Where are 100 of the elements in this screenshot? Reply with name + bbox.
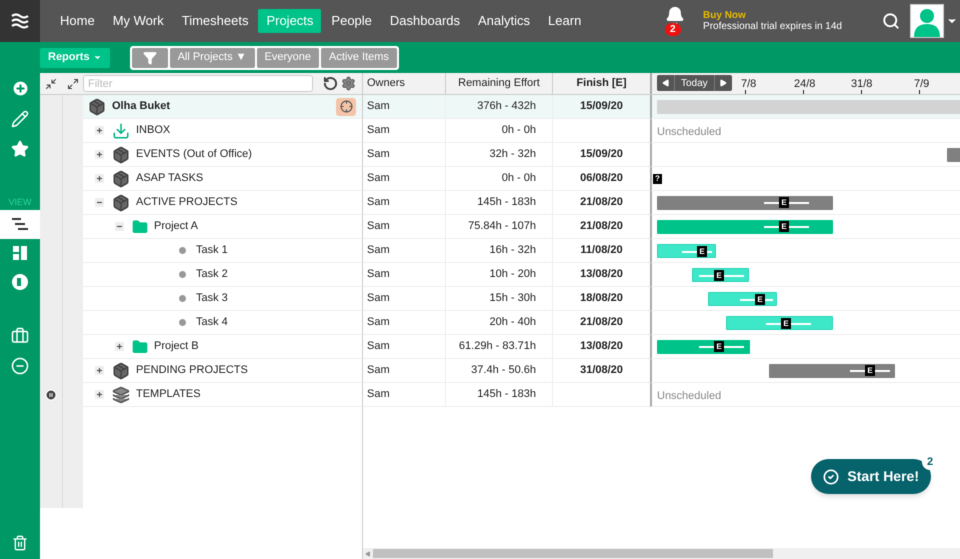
collapse-all-icon[interactable]	[45, 78, 57, 90]
gantt-bar[interactable]: E	[657, 220, 833, 234]
undo-icon[interactable]	[323, 76, 338, 91]
row-name[interactable]: ASAP TASKS	[136, 170, 204, 187]
pause-icon[interactable]	[45, 389, 57, 401]
box-icon	[112, 146, 130, 164]
table-cell: 0h - 0h	[445, 119, 552, 143]
nav-tab[interactable]: Home	[52, 9, 103, 33]
timeline-date: 7/9	[914, 77, 930, 92]
left-arrow-icon	[662, 79, 670, 87]
add-filter-button[interactable]	[132, 48, 168, 68]
table-cell: 32h - 32h	[445, 143, 552, 167]
caret-icon	[92, 53, 102, 62]
row-name[interactable]: Task 2	[196, 266, 228, 283]
trial-message: Professional trial expires in 14d	[703, 21, 842, 32]
logo-icon	[11, 13, 29, 29]
table-cell: 21/08/20	[552, 311, 650, 335]
nav-tab[interactable]: My Work	[104, 9, 172, 33]
notifications-button[interactable]: 2	[663, 6, 688, 36]
unknown-date-marker: ?	[653, 174, 662, 184]
check-circle-icon	[823, 468, 840, 484]
table-cell: 13/08/20	[552, 335, 650, 359]
table-cell: 61.29h - 83.71h	[445, 335, 552, 359]
column-header[interactable]: Owners	[362, 73, 445, 94]
table-cell: 13/08/20	[552, 263, 650, 287]
expand-toggle[interactable]	[95, 174, 104, 183]
table-cell: 11/08/20	[552, 239, 650, 263]
box-icon	[112, 194, 130, 212]
expand-toggle[interactable]	[95, 150, 104, 159]
nav-tab[interactable]: Learn	[540, 9, 590, 33]
filter-field[interactable]: Filter	[83, 75, 313, 92]
row-name[interactable]: TEMPLATES	[136, 386, 201, 403]
table-cell: Sam	[362, 191, 445, 215]
gantt-bar[interactable]: E	[657, 244, 716, 258]
row-name[interactable]: Task 4	[196, 314, 228, 331]
expand-toggle[interactable]	[115, 342, 124, 351]
column-header[interactable]: Finish [E]	[552, 73, 650, 94]
table-cell: 18/08/20	[552, 287, 650, 311]
search-icon[interactable]	[882, 12, 900, 30]
table-cell: 10h - 20h	[445, 263, 552, 287]
table-cell: 0h - 0h	[445, 167, 552, 191]
expand-all-icon[interactable]	[66, 78, 78, 90]
minus-circle-icon[interactable]	[11, 356, 29, 374]
table-cell: 21/08/20	[552, 215, 650, 239]
gantt-bar[interactable]: E	[726, 316, 833, 330]
unscheduled-label: Unscheduled	[657, 125, 722, 140]
buy-now-link[interactable]: Buy Now	[703, 10, 842, 21]
plus-icon	[96, 151, 103, 158]
nav-tab[interactable]: Timesheets	[174, 9, 256, 33]
table-cell: 15/09/20	[552, 95, 650, 119]
table-cell: Sam	[362, 359, 445, 383]
gantt-bar[interactable]: E	[769, 364, 895, 378]
gantt-bar[interactable]: E	[708, 292, 777, 306]
row-name[interactable]: Olha Buket	[112, 98, 170, 115]
nav-tab[interactable]: Dashboards	[382, 9, 468, 33]
app-logo[interactable]	[0, 0, 40, 42]
row-name[interactable]: ACTIVE PROJECTS	[136, 194, 238, 211]
view-option[interactable]	[0, 210, 40, 238]
briefcase-icon[interactable]	[11, 326, 29, 344]
collapse-toggle[interactable]	[95, 198, 104, 207]
expand-toggle[interactable]	[95, 366, 104, 375]
layers-icon	[112, 386, 130, 404]
plus-icon	[96, 127, 103, 134]
row-name[interactable]: Project A	[154, 218, 198, 235]
trash-icon[interactable]	[12, 535, 28, 551]
minus-icon	[96, 199, 103, 206]
star-icon[interactable]	[11, 140, 29, 158]
expand-toggle[interactable]	[95, 390, 104, 399]
box-icon	[88, 98, 106, 116]
table-cell: 75.84h - 107h	[445, 215, 552, 239]
table-cell: 15/09/20	[552, 143, 650, 167]
row-name[interactable]: INBOX	[136, 122, 170, 139]
table-cell: 37.4h - 50.6h	[445, 359, 552, 383]
gantt-bar[interactable]: E	[692, 268, 749, 282]
plus-icon	[96, 391, 103, 398]
minus-icon	[116, 223, 123, 230]
row-name[interactable]: Task 1	[196, 242, 228, 259]
box-icon	[112, 170, 130, 188]
collapse-toggle[interactable]	[115, 222, 124, 231]
estimate-marker: E	[779, 197, 789, 208]
horizontal-scrollbar[interactable]	[363, 548, 960, 559]
add-icon[interactable]	[10, 79, 30, 98]
timeline-date: 7/8	[741, 77, 756, 92]
gantt-bar[interactable]: E	[657, 340, 750, 354]
table-cell: 145h - 183h	[445, 191, 552, 215]
edit-icon[interactable]	[11, 110, 29, 128]
row-name[interactable]: EVENTS (Out of Office)	[136, 146, 252, 163]
row-name[interactable]: PENDING PROJECTS	[136, 362, 248, 379]
estimate-marker: E	[779, 221, 789, 232]
estimate-marker: E	[865, 365, 875, 376]
focus-button[interactable]	[336, 98, 356, 116]
nav-tab[interactable]: People	[323, 9, 380, 33]
nav-tab[interactable]: Analytics	[470, 9, 538, 33]
row-name[interactable]: Project B	[154, 338, 199, 355]
row-name[interactable]: Task 3	[196, 290, 228, 307]
gantt-bar[interactable]: E	[657, 196, 833, 210]
table-cell: Sam	[362, 335, 445, 359]
expand-toggle[interactable]	[95, 126, 104, 135]
column-header[interactable]: Remaining Effort	[445, 73, 552, 94]
settings-icon[interactable]	[341, 76, 356, 91]
